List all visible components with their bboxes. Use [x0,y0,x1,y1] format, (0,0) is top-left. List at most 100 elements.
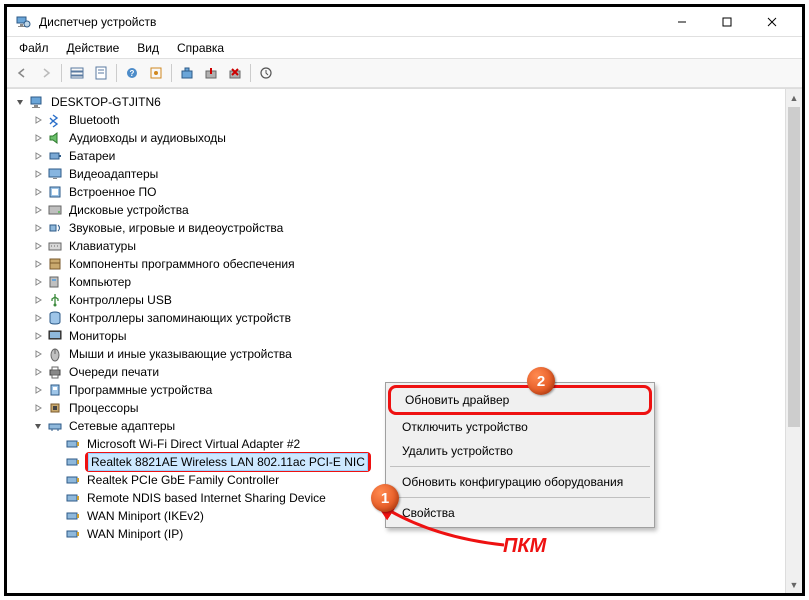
node-label: Мыши и иные указывающие устройства [67,346,294,362]
expand-icon[interactable] [31,277,45,287]
expand-icon[interactable] [31,331,45,341]
node-label: Realtek PCIe GbE Family Controller [85,472,281,488]
menu-view[interactable]: Вид [129,39,167,57]
node-label: Bluetooth [67,112,122,128]
menu-action[interactable]: Действие [59,39,128,57]
battery-icon [47,148,63,164]
annotation-badge-2: 2 [527,367,555,395]
collapse-icon[interactable] [13,97,27,107]
category-node[interactable]: Видеоадаптеры [9,165,800,183]
expand-icon[interactable] [31,367,45,377]
expand-icon[interactable] [31,151,45,161]
uninstall-button[interactable] [224,62,246,84]
ctx-remove-device[interactable]: Удалить устройство [388,439,652,463]
mouse-icon [47,346,63,362]
scroll-thumb[interactable] [788,107,800,427]
menu-help[interactable]: Справка [169,39,232,57]
category-node[interactable]: Компоненты программного обеспечения [9,255,800,273]
help-button[interactable]: ? [121,62,143,84]
cpu-icon [47,400,63,416]
disk-icon [47,202,63,218]
expand-icon[interactable] [31,241,45,251]
root-node[interactable]: DESKTOP-GTJITN6 [9,93,800,111]
scroll-up-button[interactable]: ▲ [786,89,802,106]
close-button[interactable] [749,8,794,36]
minimize-button[interactable] [659,8,704,36]
node-label: WAN Miniport (IP) [85,526,185,542]
category-node[interactable]: Клавиатуры [9,237,800,255]
expand-icon[interactable] [31,349,45,359]
disable-button[interactable] [200,62,222,84]
expand-icon[interactable] [31,133,45,143]
update-driver-button[interactable] [176,62,198,84]
forward-button[interactable] [35,62,57,84]
printer-icon [47,364,63,380]
toolbar: ? [7,59,802,88]
ctx-properties[interactable]: Свойства [388,501,652,525]
node-label: Видеоадаптеры [67,166,160,182]
annotation-badge-1: 1 [371,484,399,512]
display-icon [47,166,63,182]
usb-icon [47,292,63,308]
software-icon [47,256,63,272]
collapse-icon[interactable] [31,421,45,431]
node-label: Клавиатуры [67,238,138,254]
menu-file[interactable]: Файл [11,39,57,57]
properties-button[interactable] [90,62,112,84]
network-icon [47,418,63,434]
audio-icon [47,130,63,146]
expand-icon[interactable] [31,115,45,125]
expand-icon[interactable] [31,169,45,179]
menubar: Файл Действие Вид Справка [7,37,802,59]
computer-icon [29,94,45,110]
expand-icon[interactable] [31,187,45,197]
expand-icon[interactable] [31,385,45,395]
category-node[interactable]: Мониторы [9,327,800,345]
category-node[interactable]: Дисковые устройства [9,201,800,219]
node-label: Аудиовходы и аудиовыходы [67,130,228,146]
category-node[interactable]: Контроллеры запоминающих устройств [9,309,800,327]
node-label: Программные устройства [67,382,214,398]
window: Диспетчер устройств Файл Действие Вид Сп… [4,4,805,596]
sound-icon [47,220,63,236]
expand-icon[interactable] [31,313,45,323]
svg-text:?: ? [130,69,135,78]
node-label: Контроллеры запоминающих устройств [67,310,293,326]
node-label: Очереди печати [67,364,161,380]
storage-icon [47,310,63,326]
expand-icon[interactable] [31,403,45,413]
category-node[interactable]: Контроллеры USB [9,291,800,309]
pc-icon [47,274,63,290]
scroll-down-button[interactable]: ▼ [786,576,802,593]
node-label: Realtek 8821AE Wireless LAN 802.11ac PCI… [89,454,367,470]
expand-icon[interactable] [31,223,45,233]
scan-button[interactable] [145,62,167,84]
show-all-button[interactable] [66,62,88,84]
category-node[interactable]: Компьютер [9,273,800,291]
category-node[interactable]: Мыши и иные указывающие устройства [9,345,800,363]
node-label: Процессоры [67,400,141,416]
category-node[interactable]: Встроенное ПО [9,183,800,201]
back-button[interactable] [11,62,33,84]
expand-icon[interactable] [31,259,45,269]
category-node[interactable]: Батареи [9,147,800,165]
maximize-button[interactable] [704,8,749,36]
category-node[interactable]: Аудиовходы и аудиовыходы [9,129,800,147]
expand-icon[interactable] [31,295,45,305]
ctx-scan-hardware[interactable]: Обновить конфигурацию оборудования [388,470,652,494]
node-label: WAN Miniport (IKEv2) [85,508,206,524]
bluetooth-icon [47,112,63,128]
titlebar[interactable]: Диспетчер устройств [7,7,802,37]
category-node[interactable]: Очереди печати [9,363,800,381]
node-label: Microsoft Wi-Fi Direct Virtual Adapter #… [85,436,302,452]
expand-icon[interactable] [31,205,45,215]
node-label: Мониторы [67,328,128,344]
scanhw-button[interactable] [255,62,277,84]
category-node[interactable]: Bluetooth [9,111,800,129]
ctx-update-driver[interactable]: Обновить драйвер [388,385,652,415]
annotation-pkm-label: ПКМ [503,535,546,558]
ctx-disable-device[interactable]: Отключить устройство [388,415,652,439]
vertical-scrollbar[interactable]: ▲ ▼ [785,89,802,593]
category-node[interactable]: Звуковые, игровые и видеоустройства [9,219,800,237]
nic-icon [65,472,81,488]
